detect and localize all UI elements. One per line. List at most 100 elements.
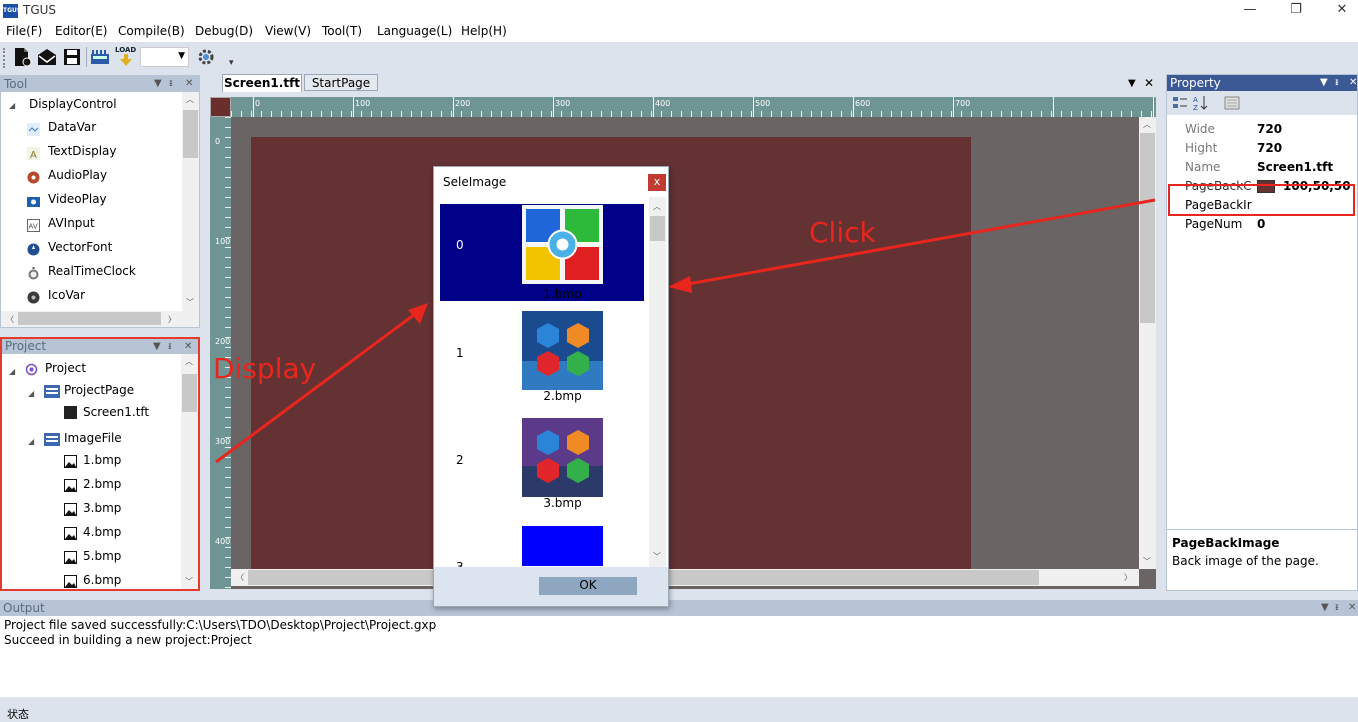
toolbar-dropdown[interactable]: ▼ — [140, 47, 189, 67]
tree-item-image[interactable]: 6.bmp — [83, 573, 121, 587]
close-icon[interactable]: ✕ — [184, 339, 192, 354]
menu-view[interactable]: View(V) — [265, 24, 311, 38]
dialog-close-button[interactable]: x — [648, 174, 666, 191]
new-file-icon[interactable] — [12, 47, 32, 67]
scroll-down-icon[interactable]: ﹀ — [653, 551, 661, 562]
tree-item-image[interactable]: 4.bmp — [83, 525, 121, 539]
scroll-up-icon[interactable]: ︿ — [1143, 119, 1151, 130]
expand-arrow-icon[interactable]: ◢ — [28, 437, 34, 446]
tool-item-avinput[interactable]: AVInput — [48, 216, 95, 230]
ruler-label: 600 — [855, 99, 871, 108]
expand-arrow-icon[interactable]: ◢ — [28, 389, 34, 398]
close-window-button[interactable]: ✕ — [1319, 0, 1358, 22]
scroll-up-icon[interactable]: ︿ — [185, 356, 193, 367]
toolbar-overflow-icon[interactable]: ▾ — [229, 58, 234, 68]
scroll-thumb[interactable] — [1140, 133, 1155, 323]
tool-item-icovar[interactable]: IcoVar — [48, 288, 85, 302]
scroll-up-icon[interactable]: ︿ — [186, 94, 194, 105]
tool-hscrollbar[interactable]: 〈 〉 — [1, 311, 199, 327]
scroll-right-icon[interactable]: 〉 — [1124, 572, 1132, 583]
tab-screen1[interactable]: Screen1.tft — [222, 74, 302, 92]
clock-icon — [28, 267, 39, 280]
doc-dropdown-icon[interactable]: ▼ — [1128, 78, 1136, 89]
tree-item-project[interactable]: Project — [45, 361, 86, 375]
scroll-right-icon[interactable]: 〉 — [168, 314, 176, 325]
dialog-vscrollbar[interactable]: ︿ ﹀ — [649, 197, 666, 567]
open-mail-icon[interactable] — [37, 47, 57, 67]
scroll-thumb[interactable] — [183, 110, 198, 158]
image-list-row-selected[interactable]: 0 1.bmp — [440, 204, 644, 301]
editor-vscrollbar[interactable]: ︿ ﹀ — [1139, 117, 1156, 569]
load-button[interactable]: LOAD — [115, 46, 137, 68]
menu-help[interactable]: Help(H) — [461, 24, 507, 38]
menu-editor[interactable]: Editor(E) — [55, 24, 107, 38]
project-vscrollbar[interactable]: ︿ ﹀ — [181, 354, 198, 589]
tree-item-image[interactable]: 3.bmp — [83, 501, 121, 515]
close-icon[interactable]: ✕ — [1348, 600, 1356, 616]
pin-icon[interactable]: ᵻ — [168, 339, 172, 354]
restore-button[interactable]: ❐ — [1273, 0, 1319, 22]
panel-dropdown-icon[interactable]: ▼ — [154, 76, 162, 92]
scroll-left-icon[interactable]: 〈 — [6, 314, 14, 325]
tree-item-image[interactable]: 2.bmp — [83, 477, 121, 491]
pin-icon[interactable]: ᵻ — [169, 76, 173, 92]
prop-val-wide[interactable]: 720 — [1257, 122, 1282, 136]
tab-startpage[interactable]: StartPage — [304, 74, 378, 91]
minimize-button[interactable]: — — [1227, 0, 1273, 22]
menu-language[interactable]: Language(L) — [377, 24, 452, 38]
image-list-row[interactable]: 1 2.bmp — [440, 308, 644, 408]
tree-item-projectpage[interactable]: ProjectPage — [64, 383, 134, 397]
tree-item-displaycontrol[interactable]: DisplayControl — [29, 97, 117, 111]
tool-item-datavar[interactable]: DataVar — [48, 120, 96, 134]
menu-tool[interactable]: Tool(T) — [322, 24, 362, 38]
tree-item-imagefile[interactable]: ImageFile — [64, 431, 122, 445]
property-pages-icon[interactable] — [1224, 95, 1240, 111]
menu-file[interactable]: File(F) — [6, 24, 42, 38]
doc-close-icon[interactable]: ✕ — [1144, 76, 1154, 90]
scroll-thumb[interactable] — [182, 374, 197, 412]
scroll-left-icon[interactable]: 〈 — [236, 572, 244, 583]
image-list-row[interactable]: 3 — [440, 523, 644, 567]
pin-icon[interactable]: ᵻ — [1335, 600, 1339, 616]
ok-button[interactable]: OK — [539, 577, 637, 595]
tree-item-image[interactable]: 1.bmp — [83, 453, 121, 467]
ruler-label: 200 — [215, 337, 231, 346]
tool-item-vectorfont[interactable]: VectorFont — [48, 240, 112, 254]
editor-hscrollbar[interactable]: 〈 〉 — [231, 569, 1139, 586]
tree-item-screen1[interactable]: Screen1.tft — [83, 405, 149, 419]
categorized-icon[interactable] — [1172, 95, 1188, 111]
close-icon[interactable]: ✕ — [185, 76, 193, 92]
sort-alpha-icon[interactable]: AZ — [1193, 95, 1209, 111]
expand-arrow-icon[interactable]: ◢ — [9, 101, 15, 110]
scroll-up-icon[interactable]: ︿ — [653, 201, 661, 212]
tool-item-audioplay[interactable]: AudioPlay — [48, 168, 107, 182]
description-divider — [1167, 529, 1357, 530]
project-panel-header: Project ▼ ᵻ ✕ — [2, 339, 198, 354]
build-icon[interactable] — [90, 47, 110, 67]
scroll-thumb[interactable] — [650, 216, 665, 241]
prop-val-hight[interactable]: 720 — [1257, 141, 1282, 155]
panel-dropdown-icon[interactable]: ▼ — [1321, 600, 1329, 616]
tool-vscrollbar[interactable]: ︿ ﹀ — [182, 92, 199, 311]
tool-item-videoplay[interactable]: VideoPlay — [48, 192, 107, 206]
scroll-down-icon[interactable]: ﹀ — [185, 576, 193, 587]
image-list-row[interactable]: 2 3.bmp — [440, 415, 644, 515]
tool-item-textdisplay[interactable]: TextDisplay — [48, 144, 117, 158]
pin-icon[interactable]: ᵻ — [1335, 75, 1339, 91]
panel-dropdown-icon[interactable]: ▼ — [1320, 75, 1328, 91]
tree-item-image[interactable]: 5.bmp — [83, 549, 121, 563]
prop-val-name[interactable]: Screen1.tft — [1257, 160, 1333, 174]
save-icon[interactable] — [62, 47, 82, 67]
menu-compile[interactable]: Compile(B) — [118, 24, 185, 38]
gear-icon[interactable] — [196, 47, 216, 67]
menu-debug[interactable]: Debug(D) — [195, 24, 253, 38]
prop-val-pagenum[interactable]: 0 — [1257, 217, 1265, 231]
hscroll-thumb[interactable] — [18, 312, 161, 325]
panel-dropdown-icon[interactable]: ▼ — [153, 339, 161, 354]
close-icon[interactable]: ✕ — [1349, 75, 1357, 91]
scroll-down-icon[interactable]: ﹀ — [186, 297, 194, 308]
prop-key-name: Name — [1185, 160, 1221, 174]
scroll-down-icon[interactable]: ﹀ — [1143, 556, 1151, 567]
tool-item-realtimeclock[interactable]: RealTimeClock — [48, 264, 136, 278]
expand-arrow-icon[interactable]: ◢ — [9, 367, 15, 376]
